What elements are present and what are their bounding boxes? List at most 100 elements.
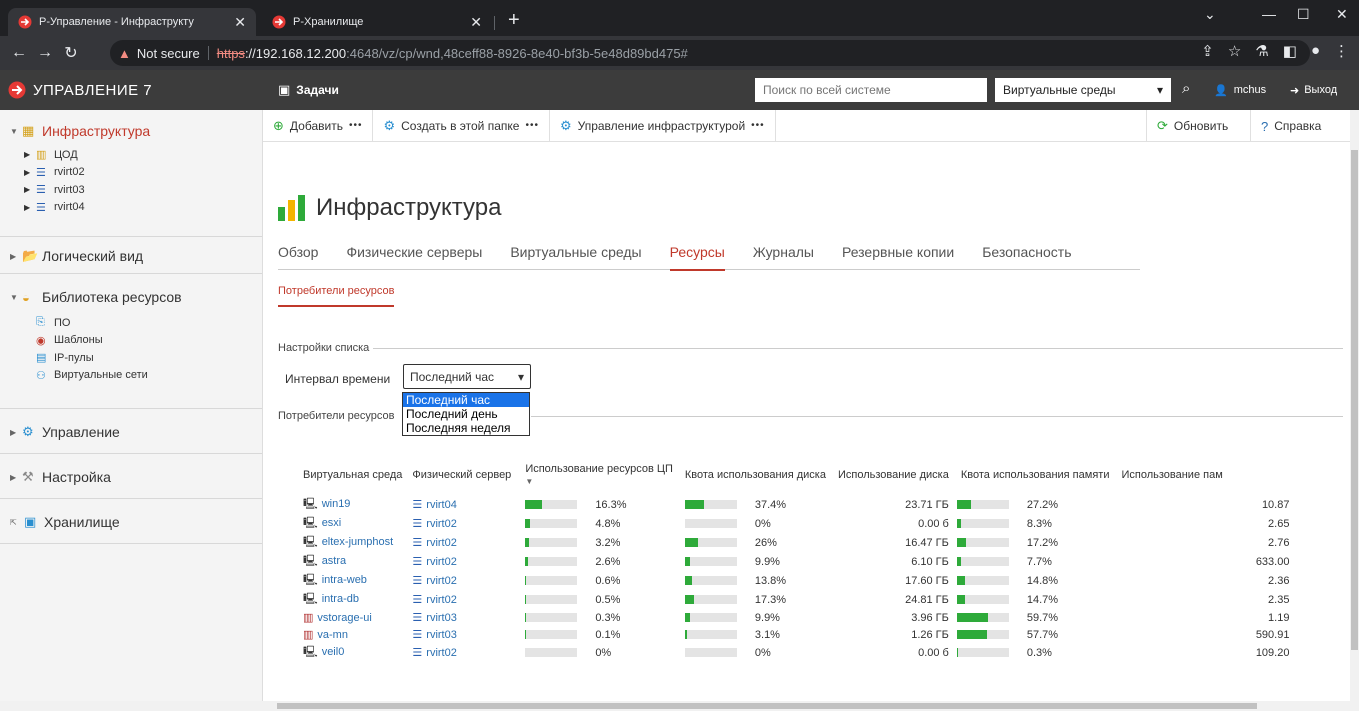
table-row[interactable]: 🖳 veil0 ☰ rvirt02 0% 0% 0.00 б 0.3% 109.20	[285, 643, 1293, 662]
col-header-disk-quota[interactable]: Квота использования диска	[677, 455, 830, 495]
table-row[interactable]: 🖳 win19 ☰ rvirt04 16.3% 37.4% 23.71 ГБ 27.2% 10.…	[285, 495, 1293, 514]
browser-tab-active[interactable]: Р-Управление - Инфраструкту ✕	[8, 8, 256, 36]
tab-physical-servers[interactable]: Физические серверы	[346, 244, 482, 270]
address-bar[interactable]: ▲ Not secure https ://192.168.12.200 :46…	[110, 40, 1310, 66]
tree-node-resource-library[interactable]: ▼ ◒ Библиотека ресурсов	[0, 286, 262, 308]
cell-vm[interactable]: 🖳 win19	[285, 495, 406, 514]
col-header-mem[interactable]: Использование пам	[1113, 455, 1293, 495]
tab-security[interactable]: Безопасность	[982, 244, 1071, 270]
forward-icon[interactable]: →	[32, 44, 58, 62]
chevron-right-icon[interactable]: ▶	[24, 150, 36, 159]
tree-item-software[interactable]: ⎘ ПО	[0, 314, 262, 332]
logout-button[interactable]: ➜ Выход	[1290, 70, 1337, 110]
close-icon[interactable]: ✕	[234, 14, 246, 31]
server-link[interactable]: rvirt02	[426, 575, 457, 587]
subtab-resource-consumers[interactable]: Потребители ресурсов	[278, 285, 395, 307]
cell-vm[interactable]: 🖳 intra-web	[285, 571, 406, 590]
chevron-right-icon[interactable]: ▶	[10, 473, 22, 482]
dropdown-option[interactable]: Последняя неделя	[403, 421, 529, 435]
refresh-button[interactable]: ⟳ Обновить	[1146, 110, 1250, 142]
main-horizontal-scrollbar[interactable]	[263, 701, 1359, 711]
cell-server[interactable]: ☰ rvirt03	[406, 609, 515, 626]
cell-vm[interactable]: 🖳 eltex-jumphost	[285, 533, 406, 552]
cell-vm[interactable]: 🖳 astra	[285, 552, 406, 571]
server-link[interactable]: rvirt02	[426, 537, 457, 549]
cell-server[interactable]: ☰ rvirt03	[406, 626, 515, 643]
sidebar-horizontal-scrollbar[interactable]	[0, 701, 263, 711]
tab-logs[interactable]: Журналы	[753, 244, 814, 270]
chevron-right-icon[interactable]: ▶	[10, 428, 22, 437]
lab-icon[interactable]: ⚗	[1255, 42, 1268, 60]
chevron-right-icon[interactable]: ▶	[24, 185, 36, 194]
cell-server[interactable]: ☰ rvirt02	[406, 571, 515, 590]
tree-node-settings[interactable]: ▶ ⚒ Настройка	[0, 466, 262, 488]
user-menu[interactable]: 👤 mchus	[1214, 70, 1266, 110]
table-row[interactable]: 🖳 eltex-jumphost ☰ rvirt02 3.2% 26% 16.47 ГБ 17…	[285, 533, 1293, 552]
col-header-disk[interactable]: Использование диска	[830, 455, 953, 495]
table-row[interactable]: 🖳 astra ☰ rvirt02 2.6% 9.9% 6.10 ГБ 7.7% 633.00	[285, 552, 1293, 571]
brand[interactable]: УПРАВЛЕНИЕ 7	[8, 70, 152, 110]
tab-backups[interactable]: Резервные копии	[842, 244, 954, 270]
vertical-scrollbar[interactable]	[1350, 110, 1359, 701]
tree-item-templates[interactable]: ◉ Шаблоны	[0, 332, 262, 350]
minimize-icon[interactable]: —	[1262, 6, 1276, 22]
cell-vm[interactable]: 🖳 veil0	[285, 643, 406, 662]
col-header-vm[interactable]: Виртуальная среда	[285, 455, 406, 495]
cell-vm[interactable]: 🖳 intra-db	[285, 590, 406, 609]
global-search-input[interactable]	[755, 78, 987, 102]
manage-infra-button[interactable]: ⚙ Управление инфраструктурой •••	[550, 110, 776, 142]
cell-server[interactable]: ☰ rvirt02	[406, 552, 515, 571]
table-row[interactable]: 🖳 intra-db ☰ rvirt02 0.5% 17.3% 24.81 ГБ 14.7% 2…	[285, 590, 1293, 609]
server-link[interactable]: rvirt02	[426, 556, 457, 568]
cell-server[interactable]: ☰ rvirt02	[406, 533, 515, 552]
sidepanel-icon[interactable]: ◧	[1283, 42, 1297, 60]
external-link-icon[interactable]: ⇱	[10, 518, 24, 527]
tree-node-infrastructure[interactable]: ▼ ▦ Инфраструктура	[0, 120, 262, 142]
back-icon[interactable]: ←	[6, 44, 32, 62]
vm-link[interactable]: va-mn	[317, 629, 348, 641]
cell-server[interactable]: ☰ rvirt02	[406, 590, 515, 609]
cell-vm[interactable]: 🖳 esxi	[285, 514, 406, 533]
tab-virtual-envs[interactable]: Виртуальные среды	[510, 244, 641, 270]
create-in-folder-button[interactable]: ⚙ Создать в этой папке •••	[373, 110, 550, 142]
tree-item-server[interactable]: ▶ ☰ rvirt03	[0, 181, 262, 199]
server-link[interactable]: rvirt02	[426, 594, 457, 606]
tasks-link[interactable]: ▣ Задачи	[278, 70, 339, 110]
cell-server[interactable]: ☰ rvirt02	[406, 643, 515, 662]
cell-vm[interactable]: ▥ va-mn	[285, 626, 406, 643]
menu-icon[interactable]: ⋮	[1334, 42, 1349, 60]
vm-link[interactable]: eltex-jumphost	[322, 536, 394, 548]
close-icon[interactable]: ✕	[470, 14, 482, 31]
cell-server[interactable]: ☰ rvirt02	[406, 514, 515, 533]
star-icon[interactable]: ☆	[1228, 42, 1241, 60]
window-close-icon[interactable]: ✕	[1336, 6, 1348, 23]
vm-link[interactable]: astra	[322, 555, 346, 567]
profile-icon[interactable]: ●	[1311, 42, 1320, 60]
vm-link[interactable]: intra-db	[322, 593, 359, 605]
server-link[interactable]: rvirt03	[426, 629, 457, 641]
tree-item-server[interactable]: ▶ ☰ rvirt04	[0, 199, 262, 217]
reload-icon[interactable]: ↻	[58, 43, 84, 63]
vm-link[interactable]: intra-web	[322, 574, 367, 586]
share-icon[interactable]: ⇪	[1201, 42, 1214, 60]
col-header-server[interactable]: Физический сервер	[406, 455, 515, 495]
server-link[interactable]: rvirt03	[426, 612, 457, 624]
maximize-icon[interactable]: ☐	[1297, 6, 1310, 23]
col-header-cpu[interactable]: Использование ресурсов ЦП ▼	[515, 455, 677, 495]
table-row[interactable]: 🖳 esxi ☰ rvirt02 4.8% 0% 0.00 б 8.3% 2.65	[285, 514, 1293, 533]
chevron-right-icon[interactable]: ▶	[24, 203, 36, 212]
cell-vm[interactable]: ▥ vstorage-ui	[285, 609, 406, 626]
scrollbar-thumb[interactable]	[1351, 150, 1358, 650]
tab-resources[interactable]: Ресурсы	[669, 244, 726, 271]
tree-node-logical-view[interactable]: ▶ 📂 Логический вид	[0, 245, 262, 267]
server-link[interactable]: rvirt02	[426, 647, 457, 659]
chevron-right-icon[interactable]: ▶	[10, 252, 22, 261]
server-link[interactable]: rvirt04	[426, 499, 457, 511]
tree-item-server[interactable]: ▶ ☰ rvirt02	[0, 164, 262, 182]
chevron-right-icon[interactable]: ▶	[24, 168, 36, 177]
dropdown-option[interactable]: Последний день	[403, 407, 529, 421]
tab-overview[interactable]: Обзор	[278, 244, 318, 270]
tree-item-dc[interactable]: ▶ ▥ ЦОД	[0, 146, 262, 164]
vm-link[interactable]: win19	[322, 498, 351, 510]
table-row[interactable]: ▥ vstorage-ui ☰ rvirt03 0.3% 9.9% 3.96 ГБ 59.7%…	[285, 609, 1293, 626]
